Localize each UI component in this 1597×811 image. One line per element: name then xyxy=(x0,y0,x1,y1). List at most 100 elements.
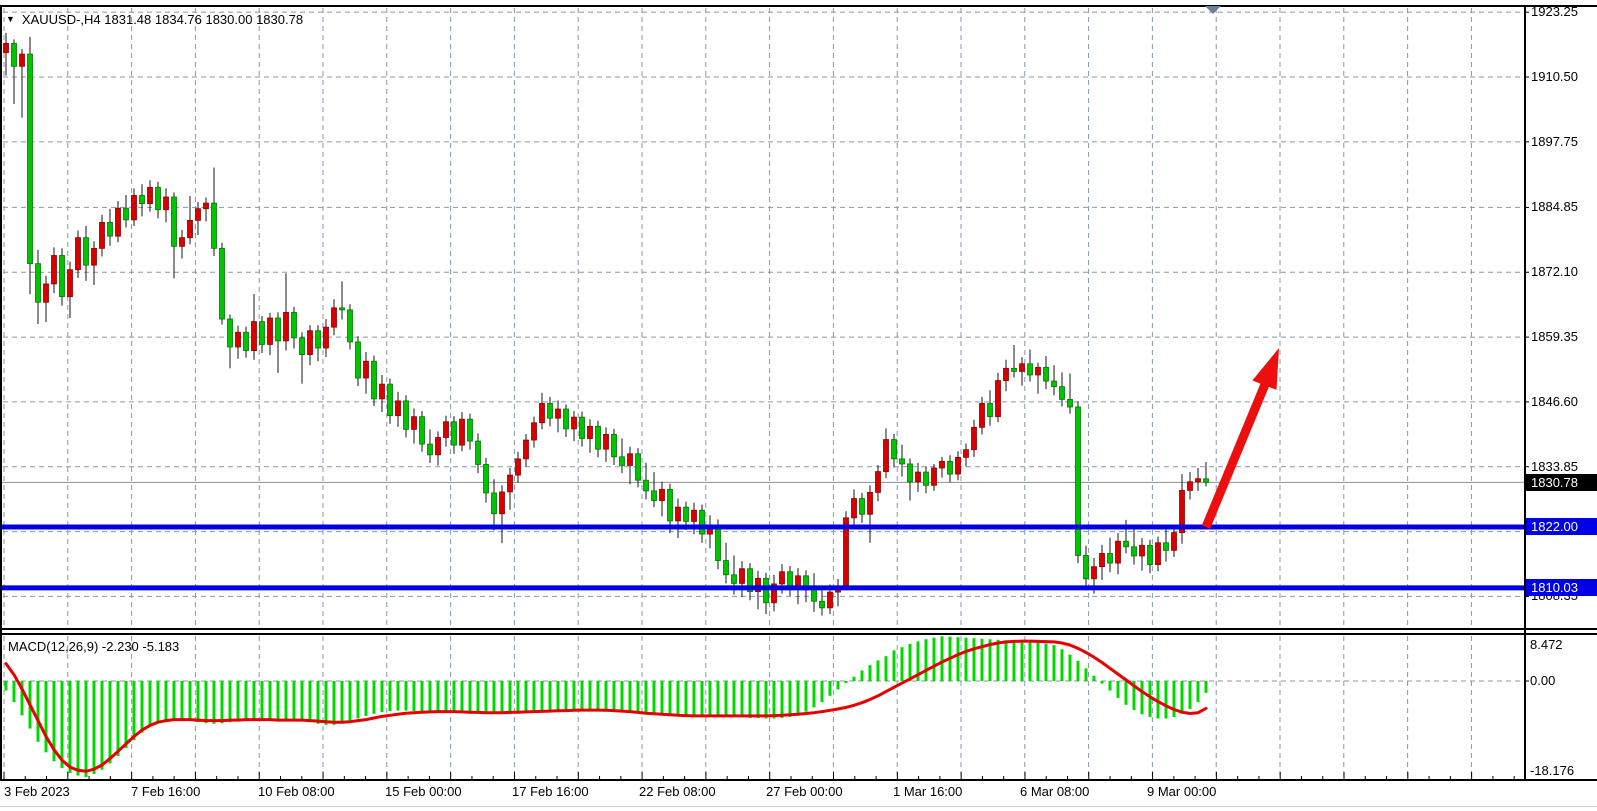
macd-histogram-bar xyxy=(629,681,632,712)
bull-candle-body xyxy=(20,54,25,66)
bear-candle-body xyxy=(908,464,913,482)
chart-canvas[interactable] xyxy=(0,0,1597,811)
bull-candle-body xyxy=(660,489,665,500)
bull-candle-body xyxy=(68,270,73,297)
time-axis-label: 15 Feb 00:00 xyxy=(385,784,462,799)
candle xyxy=(36,250,41,324)
macd-histogram-bar xyxy=(1109,681,1112,691)
macd-histogram-bar xyxy=(365,681,368,716)
candle xyxy=(972,420,977,457)
price-axis-label: 1846.60 xyxy=(1531,394,1578,409)
bull-candle-body xyxy=(540,403,545,422)
trend-arrow-shaft[interactable] xyxy=(1206,382,1266,527)
price-axis-label: 1910.50 xyxy=(1531,69,1578,84)
macd-histogram-bar xyxy=(941,636,944,681)
bull-candle-body xyxy=(692,510,697,521)
bear-candle-body xyxy=(60,255,65,296)
time-axis-label: 3 Feb 2023 xyxy=(4,784,70,799)
macd-histogram-bar xyxy=(1125,681,1128,705)
candle xyxy=(588,419,593,453)
bull-candle-body xyxy=(92,248,97,265)
bull-candle-body xyxy=(180,238,185,247)
horizontal-line-object[interactable] xyxy=(2,585,1524,590)
hline-price-badge: 1822.00 xyxy=(1526,518,1597,535)
macd-histogram-bar xyxy=(325,681,328,725)
macd-histogram-bar xyxy=(1037,642,1040,681)
price-axis-label: 1897.75 xyxy=(1531,134,1578,149)
macd-histogram-bar xyxy=(85,681,88,777)
bull-candle-body xyxy=(436,438,441,455)
candle xyxy=(628,447,633,485)
bear-candle-body xyxy=(372,361,377,399)
macd-histogram-bar xyxy=(165,681,168,720)
candle xyxy=(1172,525,1177,557)
macd-histogram-bar xyxy=(557,681,560,710)
bull-candle-body xyxy=(964,450,969,458)
bear-candle-body xyxy=(1076,407,1081,555)
candle xyxy=(836,579,841,606)
bull-candle-body xyxy=(188,220,193,237)
candle xyxy=(188,196,193,244)
bear-candle-body xyxy=(1012,368,1017,371)
candle xyxy=(260,316,265,353)
bear-candle-body xyxy=(684,507,689,521)
macd-histogram-bar xyxy=(805,681,808,712)
horizontal-line-object[interactable] xyxy=(2,524,1524,529)
bull-candle-body xyxy=(460,419,465,445)
candle xyxy=(348,304,353,349)
bear-candle-body xyxy=(108,222,113,236)
candle xyxy=(892,434,897,468)
candle xyxy=(492,479,497,530)
bull-candle-body xyxy=(556,409,561,418)
macd-histogram-bar xyxy=(149,681,152,726)
macd-histogram-bar xyxy=(733,681,736,717)
macd-histogram-bar xyxy=(181,681,184,719)
bear-candle-body xyxy=(244,332,249,350)
macd-histogram-bar xyxy=(845,681,848,683)
macd-histogram-bar xyxy=(701,681,704,716)
current-price-badge: 1830.78 xyxy=(1526,474,1597,491)
candle xyxy=(412,409,417,444)
chart-shift-marker-icon[interactable] xyxy=(1205,6,1221,14)
bull-candle-body xyxy=(116,208,121,236)
price-axis-label: 1872.10 xyxy=(1531,264,1578,279)
macd-histogram-bar xyxy=(589,681,592,710)
macd-histogram-bar xyxy=(677,681,680,715)
macd-histogram-bar xyxy=(237,681,240,721)
macd-histogram-bar xyxy=(933,638,936,681)
macd-histogram-bar xyxy=(405,681,408,711)
bull-candle-body xyxy=(196,209,201,221)
candle xyxy=(1204,462,1209,486)
candle xyxy=(516,452,521,483)
candle xyxy=(364,352,369,394)
candle xyxy=(1004,360,1009,392)
time-axis-label: 27 Feb 00:00 xyxy=(766,784,843,799)
bear-candle-body xyxy=(612,434,617,456)
candle xyxy=(332,299,337,335)
bear-candle-body xyxy=(172,197,177,246)
candle xyxy=(436,431,441,465)
bull-candle-body xyxy=(44,284,49,302)
macd-histogram-bar xyxy=(1077,661,1080,681)
macd-histogram-bar xyxy=(925,639,928,681)
macd-histogram-bar xyxy=(1021,641,1024,681)
macd-histogram-bar xyxy=(605,681,608,711)
macd-indicator-label: MACD(12,26,9) -2.230 -5.183 xyxy=(8,639,179,654)
macd-histogram-bar xyxy=(157,681,160,722)
bull-candle-body xyxy=(164,197,169,210)
candle xyxy=(220,243,225,325)
bear-candle-body xyxy=(892,440,897,459)
candle xyxy=(356,336,361,386)
trend-arrow-head[interactable] xyxy=(1252,348,1279,390)
time-axis-label: 6 Mar 08:00 xyxy=(1020,784,1089,799)
macd-histogram-bar xyxy=(717,681,720,716)
candle xyxy=(308,325,313,365)
macd-histogram-bar xyxy=(205,681,208,723)
bull-candle-body xyxy=(676,507,681,521)
macd-histogram-bar xyxy=(333,681,336,725)
macd-histogram-bar xyxy=(173,681,176,719)
macd-histogram-bar xyxy=(893,650,896,681)
symbol-dropdown-marker-icon[interactable]: ▼ xyxy=(6,13,15,26)
time-axis-label: 1 Mar 16:00 xyxy=(893,784,962,799)
trend-arrow-object[interactable] xyxy=(1206,348,1279,527)
